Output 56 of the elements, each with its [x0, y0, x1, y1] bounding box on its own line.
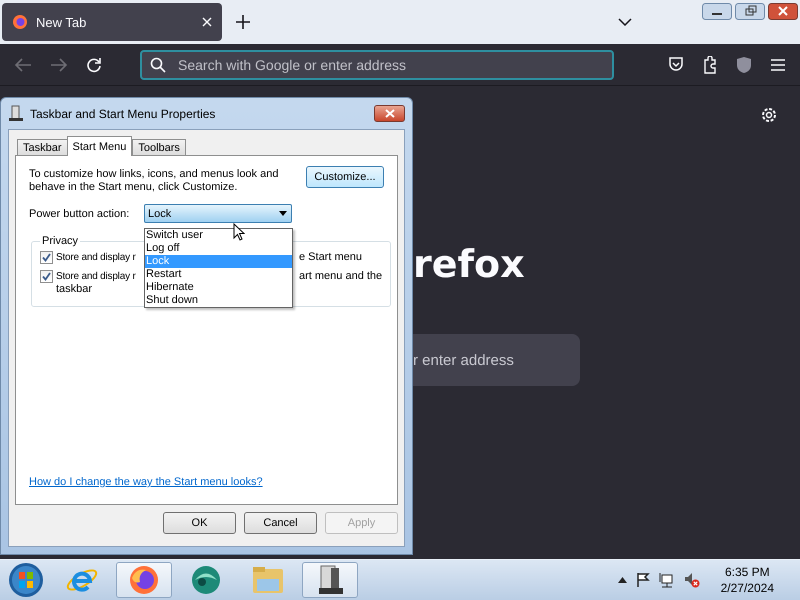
shield-icon[interactable] [736, 56, 752, 74]
tab[interactable]: Toolbars [132, 139, 186, 156]
caret-up-icon[interactable] [618, 577, 627, 583]
tab[interactable]: Taskbar [17, 139, 68, 156]
flag-icon[interactable] [636, 572, 650, 588]
fox-globe-icon [12, 14, 28, 30]
window-title: Taskbar and Start Menu Properties [30, 106, 216, 120]
home-search-field[interactable]: r enter address [413, 334, 580, 386]
network-icon[interactable] [658, 572, 675, 588]
menu-icon[interactable] [770, 58, 786, 72]
tab[interactable]: Start Menu [66, 136, 132, 156]
search-icon [150, 56, 166, 72]
dropdown-option[interactable]: Restart [145, 268, 292, 281]
pocket-icon[interactable] [668, 57, 684, 72]
checkbox-label: e Start menu [299, 251, 363, 264]
muted-speaker-icon[interactable] [684, 572, 700, 588]
reload-icon[interactable] [86, 56, 102, 72]
dropdown-option[interactable]: Log off [145, 242, 292, 255]
checkbox-label: Store and display r [56, 251, 137, 264]
customize-button[interactable]: Customize... [306, 166, 384, 188]
close-icon[interactable] [768, 3, 798, 20]
dropdown-option[interactable]: Shut down [145, 294, 292, 307]
description-text: To customize how links, icons, and menus look and behave in the Start menu, click Customize. [29, 168, 280, 194]
puzzle-icon[interactable] [702, 56, 718, 74]
start-orb-icon[interactable] [8, 562, 44, 598]
fox-globe-icon[interactable] [128, 564, 160, 596]
forward-arrow-icon[interactable] [50, 56, 68, 72]
close-icon [384, 109, 394, 118]
dropdown-option[interactable]: Hibernate [145, 281, 292, 294]
browser-tab[interactable]: New Tab [2, 3, 222, 41]
checkbox[interactable] [40, 270, 53, 283]
dropdown-option[interactable]: Switch user [145, 229, 292, 242]
close-button[interactable] [374, 105, 405, 122]
help-link[interactable]: How do I change the way the Start menu looks? [29, 476, 384, 488]
swirl-app-icon[interactable] [189, 563, 223, 597]
plus-icon[interactable] [236, 15, 250, 29]
dialog-button[interactable]: OK [163, 512, 236, 534]
checkbox-label: art menu and the [299, 270, 382, 283]
power-action-dropdown[interactable]: Lock [144, 204, 292, 223]
field-label: Power button action: [29, 208, 130, 220]
tab-title: New Tab [36, 14, 88, 30]
chevron-down-icon[interactable] [618, 18, 632, 26]
back-arrow-icon[interactable] [14, 56, 32, 72]
group-label: Privacy [41, 235, 80, 247]
caret-down-icon [279, 211, 287, 216]
browser-wordmark: refox [413, 242, 526, 286]
checkbox-label: taskbar [56, 283, 94, 296]
tower-window-icon [8, 105, 24, 122]
clock[interactable]: 6:35 PM 2/27/2024 [720, 565, 774, 595]
checkbox-label: Store and display r [56, 270, 137, 283]
restore-icon[interactable] [735, 3, 765, 20]
checkbox[interactable] [40, 251, 53, 264]
minimize-icon[interactable] [702, 3, 732, 20]
dialog-button[interactable]: Cancel [244, 512, 317, 534]
address-bar[interactable]: Search with Google or enter address [140, 50, 614, 80]
settings-icon[interactable] [760, 106, 778, 124]
